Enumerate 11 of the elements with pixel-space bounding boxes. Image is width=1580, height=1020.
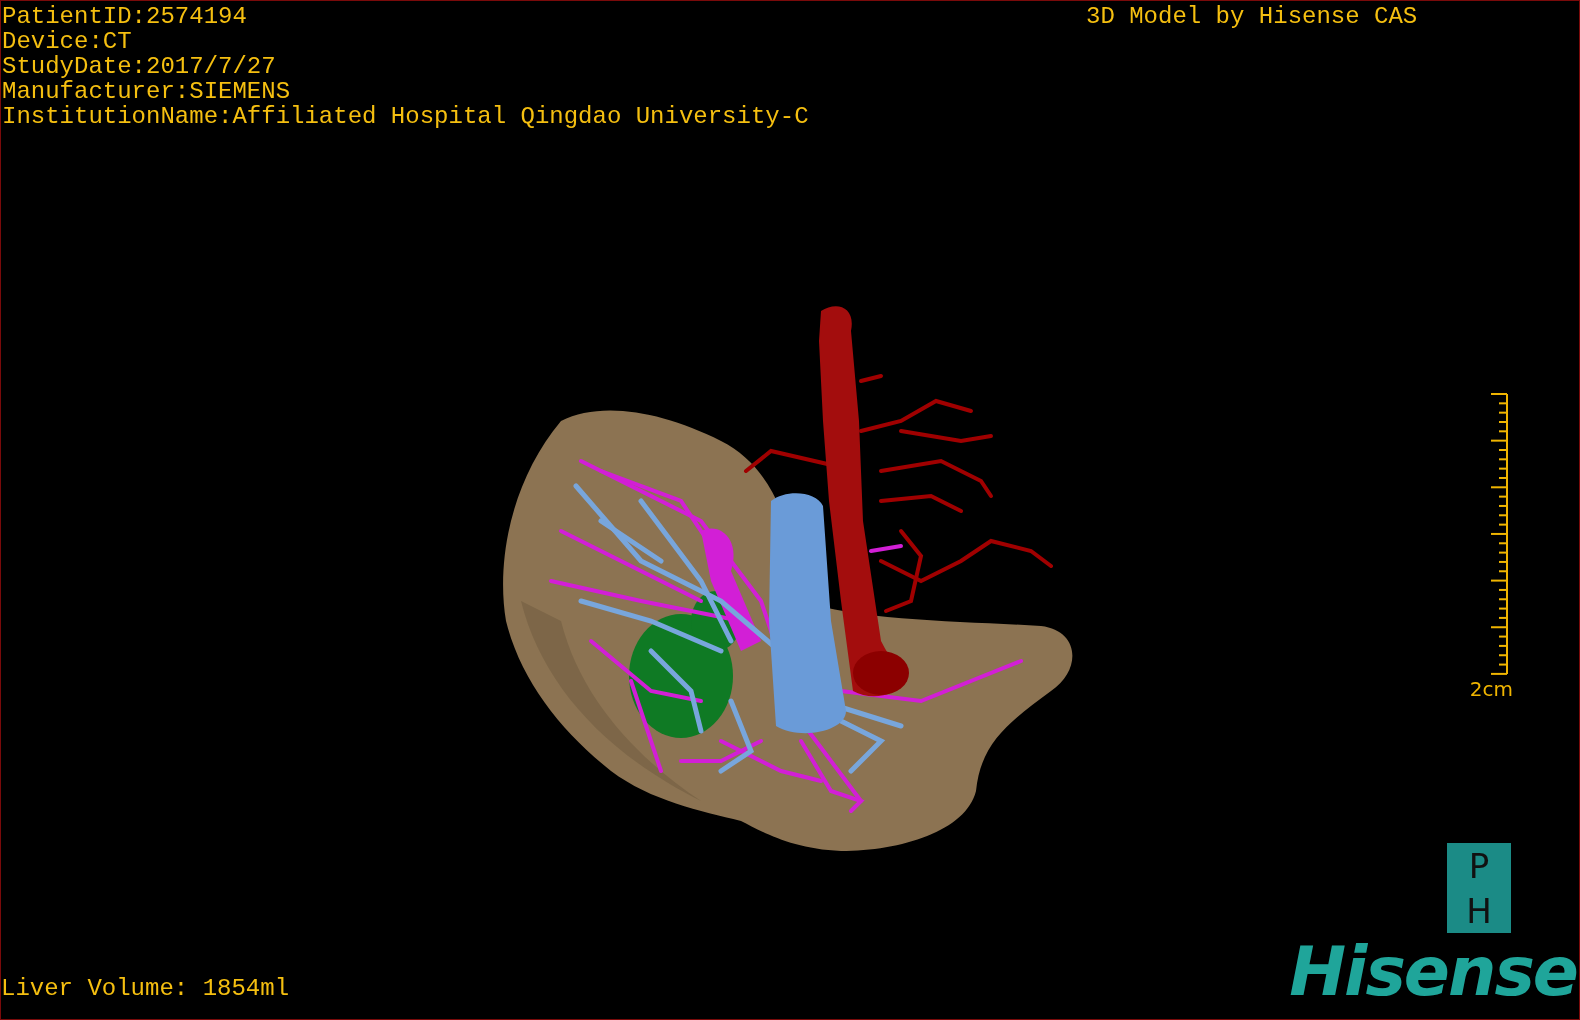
liver-volume: Liver Volume: 1854ml xyxy=(1,976,290,1001)
patient-info-line: Device:CT xyxy=(2,29,133,54)
scale-label: 2cm xyxy=(1469,677,1513,701)
badge-letter: P xyxy=(1468,847,1490,884)
patient-info-line: InstitutionName:Affiliated Hospital Qingdao University-C xyxy=(2,104,809,129)
patient-info-line: Manufacturer:SIEMENS xyxy=(2,79,292,104)
patient-info-line: StudyDate:2017/7/27 xyxy=(2,54,277,79)
model-caption: 3D Model by Hisense CAS xyxy=(1086,4,1418,29)
patient-info-line: PatientID:2574194 xyxy=(2,4,248,29)
badge-letter: H xyxy=(1466,892,1492,929)
logo-wordmark: Hisense xyxy=(1289,939,1577,1005)
